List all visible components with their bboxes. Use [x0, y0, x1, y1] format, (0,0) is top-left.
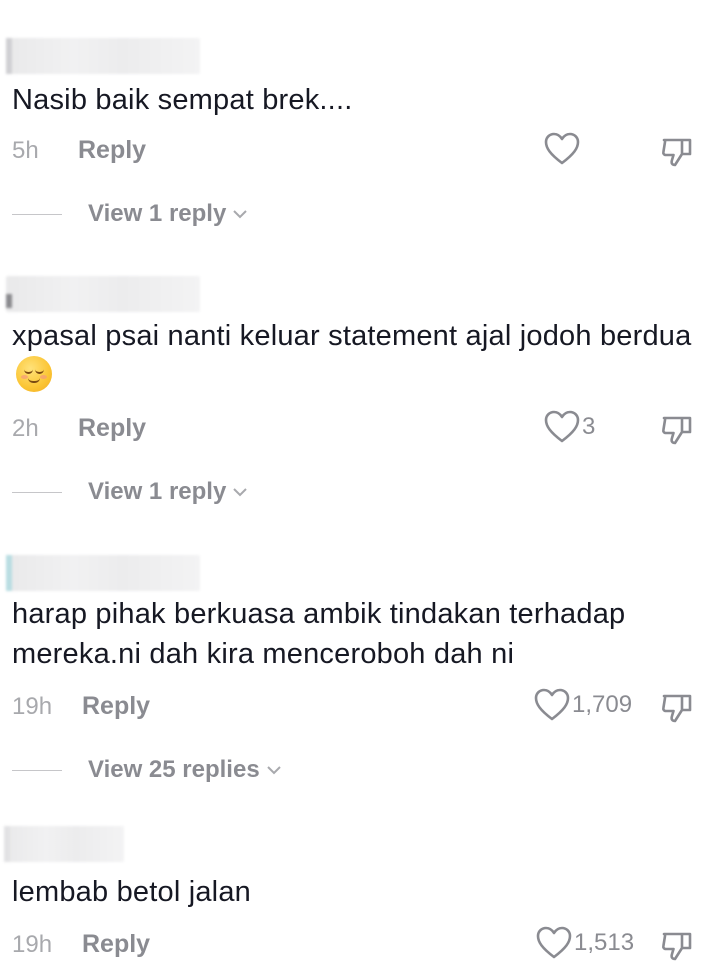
comment-text: xpasal psai nanti keluar statement ajal …	[12, 316, 712, 396]
thumbs-down-icon	[662, 932, 692, 961]
comment-text: Nasib baik sempat brek....	[12, 84, 353, 116]
view-replies-label: View 1 reply	[88, 200, 227, 227]
like-count: 1,513	[574, 929, 635, 956]
chevron-down-icon	[266, 766, 281, 775]
username-redacted[interactable]	[6, 38, 200, 74]
dislike-button[interactable]	[660, 928, 694, 967]
username-redacted[interactable]	[6, 276, 200, 312]
view-replies-button[interactable]: View 25 replies	[12, 756, 282, 784]
heart-outline-icon	[544, 132, 580, 165]
chevron-down-icon	[233, 210, 248, 219]
like-button[interactable]	[544, 132, 582, 166]
like-count: 3	[582, 413, 596, 440]
view-replies-button[interactable]: View 1 reply	[12, 200, 248, 228]
view-replies-label: View 1 reply	[88, 478, 227, 505]
dislike-button[interactable]	[660, 690, 694, 729]
comment-timestamp: 2h	[12, 415, 39, 442]
reply-button[interactable]: Reply	[78, 136, 146, 165]
thumbs-down-icon	[662, 416, 692, 445]
comment-timestamp: 19h	[12, 931, 53, 958]
view-replies-label: View 25 replies	[88, 756, 260, 783]
heart-outline-icon	[536, 926, 572, 959]
dislike-button[interactable]	[660, 134, 694, 173]
view-replies-button[interactable]: View 1 reply	[12, 478, 248, 506]
dislike-button[interactable]	[660, 412, 694, 451]
username-redacted[interactable]	[6, 555, 200, 591]
like-button[interactable]: 1,513	[536, 926, 634, 960]
chevron-down-icon	[233, 488, 248, 497]
comment-text: harap pihak berkuasa ambik tindakan terh…	[12, 594, 712, 674]
relieved-face-emoji	[16, 356, 52, 392]
comment-timestamp: 5h	[12, 137, 39, 164]
like-button[interactable]: 1,709	[534, 688, 632, 722]
reply-button[interactable]: Reply	[82, 930, 150, 959]
comment-text-line-1: harap pihak berkuasa ambik tindakan terh…	[12, 598, 626, 630]
reply-button[interactable]: Reply	[78, 414, 146, 443]
comment-text-content: xpasal psai nanti keluar statement ajal …	[12, 320, 692, 352]
comment-text-line-2: mereka.ni dah kira menceroboh dah ni	[12, 638, 515, 670]
thumbs-down-icon	[662, 138, 692, 167]
reply-button[interactable]: Reply	[82, 692, 150, 721]
username-redacted[interactable]	[4, 826, 124, 862]
like-count: 1,709	[572, 691, 633, 718]
comment-text: lembab betol jalan	[12, 876, 251, 908]
thumbs-down-icon	[662, 694, 692, 723]
heart-outline-icon	[544, 410, 580, 443]
like-button[interactable]: 3	[544, 410, 595, 444]
heart-outline-icon	[534, 688, 570, 721]
comment-timestamp: 19h	[12, 693, 53, 720]
